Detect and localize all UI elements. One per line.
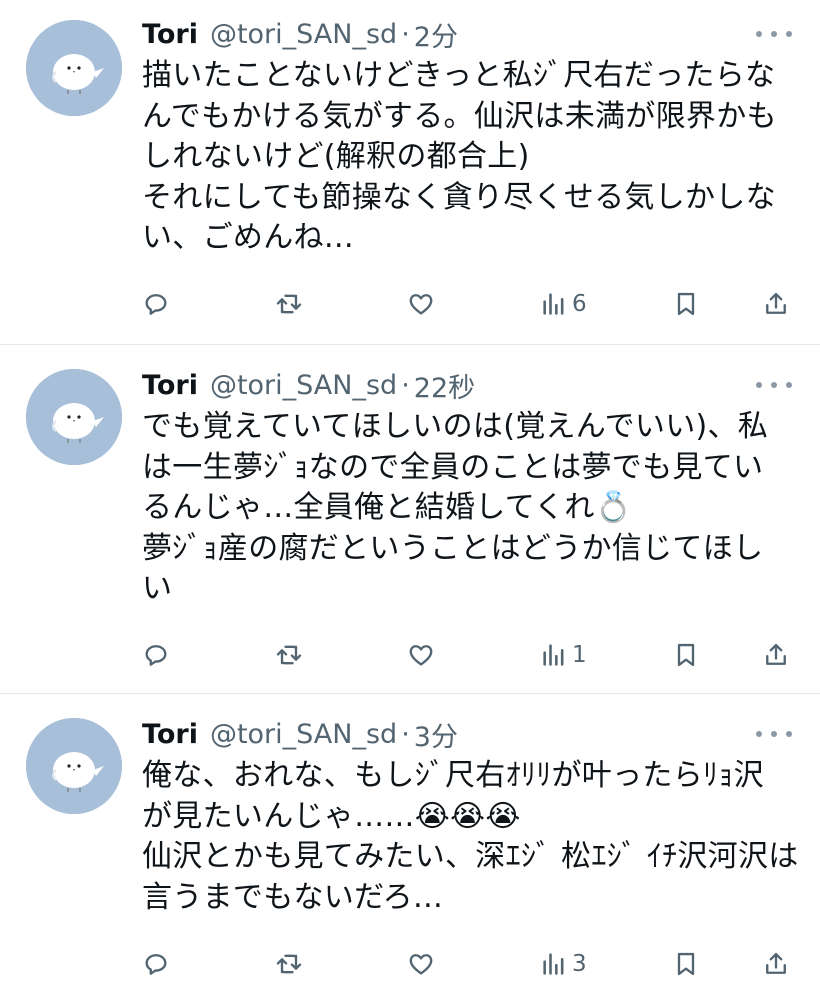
separator-dot: · (401, 718, 410, 750)
bookmark-button[interactable] (672, 284, 700, 324)
retweet-button[interactable] (275, 284, 303, 324)
timestamp[interactable]: 22秒 (414, 366, 475, 405)
tweet-text-line: は一生夢ｼﾞｮなので全員のことは夢でも見てい (142, 449, 764, 485)
share-button[interactable] (762, 944, 790, 984)
share-icon (766, 643, 786, 665)
share-button[interactable] (762, 284, 790, 324)
tweet-text: 描いたことないけどきっと私ｼﾞ尺右だったらな んでもかける気がする。仙沢は未満が… (142, 56, 802, 259)
views-button[interactable]: 6 (540, 284, 587, 324)
heart-icon (409, 645, 433, 666)
separator-dot: · (401, 369, 410, 401)
more-icon-dot (786, 731, 792, 737)
like-button[interactable] (407, 944, 435, 984)
bird-avatar-icon (26, 20, 122, 116)
bookmark-icon (677, 643, 695, 667)
reply-button[interactable] (142, 635, 170, 675)
bookmark-button[interactable] (672, 944, 700, 984)
avatar[interactable] (26, 369, 122, 465)
views-count: 1 (572, 642, 587, 668)
views-icon (543, 644, 564, 666)
display-name[interactable]: Tori (142, 719, 198, 750)
tweet[interactable]: Tori @tori_SAN_sd · 2分 描いたことないけどきっと私ｼﾞ尺右… (0, 0, 820, 344)
like-button[interactable] (407, 635, 435, 675)
timestamp[interactable]: 3分 (414, 715, 458, 754)
tweet-header: Tori @tori_SAN_sd · 3分 (142, 714, 458, 754)
retweet-icon (276, 294, 302, 314)
views-button[interactable]: 3 (540, 944, 587, 984)
tweet-text-line: い、ごめんね… (142, 220, 355, 255)
bookmark-icon (677, 952, 695, 976)
views-icon (543, 293, 564, 315)
tweet-text: 俺な、おれな、もしｼﾞ尺右ｵﾘﾘが叶ったらﾘｮ沢 が見たいんじゃ……😭😭😭 仙沢… (142, 756, 802, 918)
tweet-text-line: が見たいんじゃ……😭😭😭 (142, 798, 521, 834)
reply-button[interactable] (142, 284, 170, 324)
tweet-actions: 1 (0, 635, 820, 675)
avatar[interactable] (26, 20, 122, 116)
retweet-button[interactable] (275, 635, 303, 675)
share-icon (766, 952, 786, 974)
share-icon (766, 292, 786, 314)
more-icon-dot (771, 31, 777, 37)
user-handle[interactable]: @tori_SAN_sd (210, 19, 397, 50)
bird-avatar-icon (26, 369, 122, 465)
reply-icon (145, 954, 167, 975)
tweet-header: Tori @tori_SAN_sd · 22秒 (142, 365, 475, 405)
tweet-actions: 3 (0, 944, 820, 984)
timestamp[interactable]: 2分 (414, 15, 458, 54)
more-icon-dot (756, 731, 762, 737)
tweet-text-line: るんじゃ…全員俺と結婚してくれ💍 (142, 490, 633, 525)
avatar[interactable] (26, 718, 122, 814)
retweet-icon (276, 645, 302, 665)
tweet[interactable]: Tori @tori_SAN_sd · 3分 俺な、おれな、もしｼﾞ尺右ｵﾘﾘが… (0, 694, 820, 1000)
retweet-icon (276, 954, 302, 974)
more-button[interactable] (756, 373, 792, 397)
more-icon-dot (786, 31, 792, 37)
user-handle[interactable]: @tori_SAN_sd (210, 370, 397, 401)
views-button[interactable]: 1 (540, 635, 587, 675)
heart-icon (409, 954, 433, 975)
tweet-text-line: 仙沢とかも見てみたい、深ｴｼﾞ 松ｴｼﾞ ｲﾁ沢河沢は (142, 839, 799, 874)
views-count: 6 (572, 291, 587, 317)
more-icon-dot (786, 382, 792, 388)
tweet-text-line: 描いたことないけどきっと私ｼﾞ尺右だったらな (142, 58, 776, 93)
user-handle[interactable]: @tori_SAN_sd (210, 719, 397, 750)
more-icon-dot (771, 382, 777, 388)
tweet-text-line: んでもかける気がする。仙沢は未満が限界かも (142, 98, 777, 134)
more-icon-dot (756, 31, 762, 37)
more-button[interactable] (756, 722, 792, 746)
views-count: 3 (572, 951, 587, 977)
tweet-text-line: 夢ｼﾞｮ産の腐だということはどうか信じてほし (142, 530, 764, 566)
display-name[interactable]: Tori (142, 370, 198, 401)
share-button[interactable] (762, 635, 790, 675)
reply-button[interactable] (142, 944, 170, 984)
tweet-text: でも覚えていてほしいのは(覚えんでいい)、私 は一生夢ｼﾞｮなので全員のことは夢… (142, 407, 802, 610)
reply-icon (145, 645, 167, 666)
tweet-text-line: しれないけど(解釈の都合上) (142, 139, 530, 174)
like-button[interactable] (407, 284, 435, 324)
tweet-text-line: でも覚えていてほしいのは(覚えんでいい)、私 (142, 409, 769, 444)
more-icon-dot (756, 382, 762, 388)
tweet-text-line: い (142, 571, 173, 606)
heart-icon (409, 294, 433, 315)
tweet-text-line: 言うまでもないだろ… (142, 879, 444, 915)
reply-icon (145, 294, 167, 315)
bird-avatar-icon (26, 718, 122, 814)
views-icon (543, 953, 564, 975)
bookmark-button[interactable] (672, 635, 700, 675)
more-icon-dot (771, 731, 777, 737)
bookmark-icon (677, 292, 695, 316)
tweet-header: Tori @tori_SAN_sd · 2分 (142, 14, 458, 54)
separator-dot: · (401, 18, 410, 50)
display-name[interactable]: Tori (142, 19, 198, 50)
tweet-actions: 6 (0, 284, 820, 324)
tweet[interactable]: Tori @tori_SAN_sd · 22秒 でも覚えていてほしいのは(覚えん… (0, 345, 820, 693)
tweet-feed: Tori @tori_SAN_sd · 2分 描いたことないけどきっと私ｼﾞ尺右… (0, 0, 820, 1000)
retweet-button[interactable] (275, 944, 303, 984)
tweet-text-line: 俺な、おれな、もしｼﾞ尺右ｵﾘﾘが叶ったらﾘｮ沢 (142, 758, 764, 793)
more-button[interactable] (756, 22, 792, 46)
tweet-text-line: それにしても節操なく貪り尽くせる気しかしな (142, 179, 776, 215)
